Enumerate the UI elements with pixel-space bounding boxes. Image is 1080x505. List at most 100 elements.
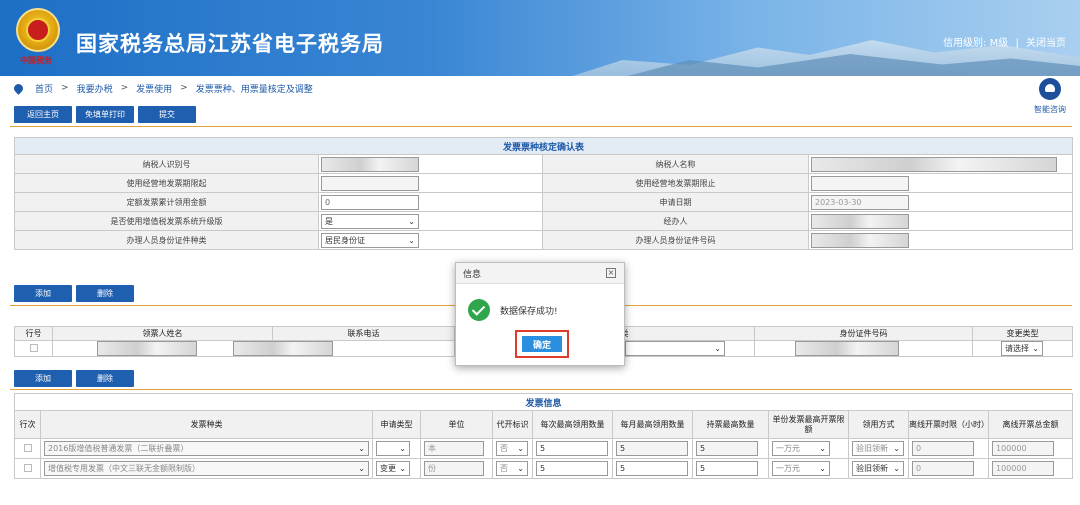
per-time-field[interactable]: 5 [536, 441, 608, 456]
upgrade-system-value: 是 [325, 216, 333, 226]
chevron-down-icon: ⌄ [517, 444, 524, 453]
method-value: 验旧领新 [856, 464, 888, 473]
method-value: 验旧领新 [856, 444, 888, 453]
dialog-message: 数据保存成功! [500, 306, 558, 317]
per-month-field[interactable]: 5 [616, 461, 688, 476]
agent-flag-value: 否 [500, 444, 508, 453]
row-checkbox[interactable] [23, 463, 32, 472]
smart-consult-button[interactable]: 智能咨询 [1028, 78, 1072, 115]
delete-ticket-taker-button[interactable]: 删除 [76, 285, 134, 302]
upgrade-system-select[interactable]: 是 ⌄ [321, 213, 419, 229]
id-number-field[interactable] [811, 232, 909, 248]
invoice-type-select[interactable]: 2016版增值税普通发票（二联折叠票） ⌄ [44, 441, 369, 456]
dialog-title: 信息 [456, 263, 624, 284]
limit-select[interactable]: 一万元 ⌄ [772, 461, 830, 476]
breadcrumb: 首页 > 我要办税 > 发票使用 > 发票票种、用票量核定及调整 [12, 79, 313, 97]
period-start-label: 使用经营地发票期限起 [14, 173, 319, 193]
table-row: 2016版增值税普通发票（二联折叠票） ⌄ ⌄ 本 否 ⌄ 5 5 5 一万元 ⌄ 验… [14, 438, 1074, 459]
chevron-down-icon: ⌄ [399, 444, 406, 453]
taxpayer-name-label: 纳税人名称 [542, 154, 809, 174]
chevron-down-icon: ⌄ [819, 464, 826, 473]
chevron-down-icon: ⌄ [714, 344, 721, 353]
col-apply-type: 申请类型 [372, 410, 421, 439]
breadcrumb-tax[interactable]: 我要办税 [77, 82, 113, 95]
phone-field[interactable] [233, 341, 333, 356]
chevron-down-icon: ⌄ [408, 235, 415, 245]
limit-select[interactable]: 一万元 ⌄ [772, 441, 830, 456]
hold-field[interactable]: 5 [696, 441, 758, 456]
offline-hours-field[interactable]: 0 [912, 441, 974, 456]
id-type-label: 办理人员身份证件种类 [14, 230, 319, 250]
method-select[interactable]: 验旧领新 ⌄ [852, 441, 904, 456]
breadcrumb-current: 发票票种、用票量核定及调整 [195, 84, 313, 95]
submit-button[interactable]: 提交 [138, 106, 196, 123]
print-form-button[interactable]: 免填单打印 [76, 106, 134, 123]
offline-hours-field[interactable]: 0 [912, 461, 974, 476]
offline-amount-field[interactable]: 100000 [992, 441, 1054, 456]
period-start-field[interactable] [321, 175, 419, 191]
success-check-icon [468, 299, 490, 321]
unit-field[interactable]: 份 [424, 461, 484, 476]
breadcrumb-invoice[interactable]: 发票使用 [136, 82, 172, 95]
col-phone: 联系电话 [272, 326, 455, 341]
breadcrumb-home[interactable]: 首页 [35, 82, 53, 95]
id-type-select[interactable]: 居民身份证 ⌄ [321, 232, 419, 248]
taker-id-type-select[interactable]: ⌄ [625, 341, 725, 356]
table-row: 增值税专用发票（中文三联无金额限制版） ⌄ 变更 ⌄ 份 否 ⌄ 5 5 5 一万元 ⌄… [14, 458, 1074, 479]
smart-consult-label: 智能咨询 [1034, 105, 1066, 114]
breadcrumb-separator: > [61, 83, 69, 93]
invoice-type-value: 增值税专用发票（中文三联无金额限制版） [48, 464, 200, 473]
emblem-caption: 中国税务 [20, 56, 52, 65]
add-ticket-taker-button[interactable]: 添加 [14, 285, 72, 302]
hold-field[interactable]: 5 [696, 461, 758, 476]
unit-field[interactable]: 本 [424, 441, 484, 456]
taker-name-field[interactable] [97, 341, 197, 356]
close-icon[interactable]: × [606, 268, 616, 278]
taker-id-number-field[interactable] [795, 341, 899, 356]
col-per-month-max: 每月最高领用数量 [612, 410, 693, 439]
row-checkbox[interactable] [29, 343, 38, 352]
invoice-type-select[interactable]: 增值税专用发票（中文三联无金额限制版） ⌄ [44, 461, 369, 476]
col-invoice-type: 发票种类 [40, 410, 373, 439]
taxpayer-name-field[interactable] [811, 156, 1057, 172]
offline-amount-field[interactable]: 100000 [992, 461, 1054, 476]
invoice-info-table: 发票信息 行次 发票种类 申请类型 单位 代开标识 每次最高领用数量 每月最高领… [13, 393, 1074, 479]
agent-field[interactable] [811, 213, 909, 229]
invoice-type-value: 2016版增值税普通发票（二联折叠票） [48, 444, 189, 453]
apply-type-select[interactable]: 变更 ⌄ [376, 461, 410, 476]
row-checkbox[interactable] [23, 443, 32, 452]
fixed-amount-field[interactable]: 0 [321, 194, 419, 210]
close-page-link[interactable]: 关闭当页 [1026, 38, 1066, 49]
add-invoice-button[interactable]: 添加 [14, 370, 72, 387]
delete-invoice-button[interactable]: 删除 [76, 370, 134, 387]
agent-flag-select[interactable]: 否 ⌄ [496, 441, 528, 456]
agent-label: 经办人 [542, 211, 809, 231]
taxpayer-id-label: 纳税人识别号 [14, 154, 319, 174]
per-time-field[interactable]: 5 [536, 461, 608, 476]
agent-flag-value: 否 [500, 464, 508, 473]
limit-value: 一万元 [776, 444, 800, 453]
apply-type-select[interactable]: ⌄ [376, 441, 410, 456]
change-type-value: 请选择 [1005, 344, 1029, 353]
chevron-down-icon: ⌄ [358, 444, 365, 453]
chevron-down-icon: ⌄ [358, 464, 365, 473]
method-select[interactable]: 验旧领新 ⌄ [852, 461, 904, 476]
agent-flag-select[interactable]: 否 ⌄ [496, 461, 528, 476]
col-taker-name: 领票人姓名 [52, 326, 273, 341]
invoice-section-title: 发票信息 [13, 393, 1074, 411]
chevron-down-icon: ⌄ [408, 216, 415, 226]
limit-value: 一万元 [776, 464, 800, 473]
change-type-select[interactable]: 请选择 ⌄ [1001, 341, 1043, 356]
per-month-field[interactable]: 5 [616, 441, 688, 456]
ok-button[interactable]: 确定 [522, 336, 562, 352]
period-end-field[interactable] [811, 175, 909, 191]
site-title: 国家税务总局江苏省电子税务局 [76, 32, 384, 56]
dialog-message-row: 数据保存成功! [468, 299, 558, 321]
period-end-label: 使用经营地发票期限止 [542, 173, 809, 193]
back-home-button[interactable]: 返回主页 [14, 106, 72, 123]
col-agent-flag: 代开标识 [492, 410, 533, 439]
apply-date-field[interactable]: 2023-03-30 [811, 194, 909, 210]
breadcrumb-separator: > [180, 83, 188, 93]
taxpayer-id-field[interactable] [321, 156, 419, 172]
chevron-down-icon: ⌄ [893, 444, 900, 453]
